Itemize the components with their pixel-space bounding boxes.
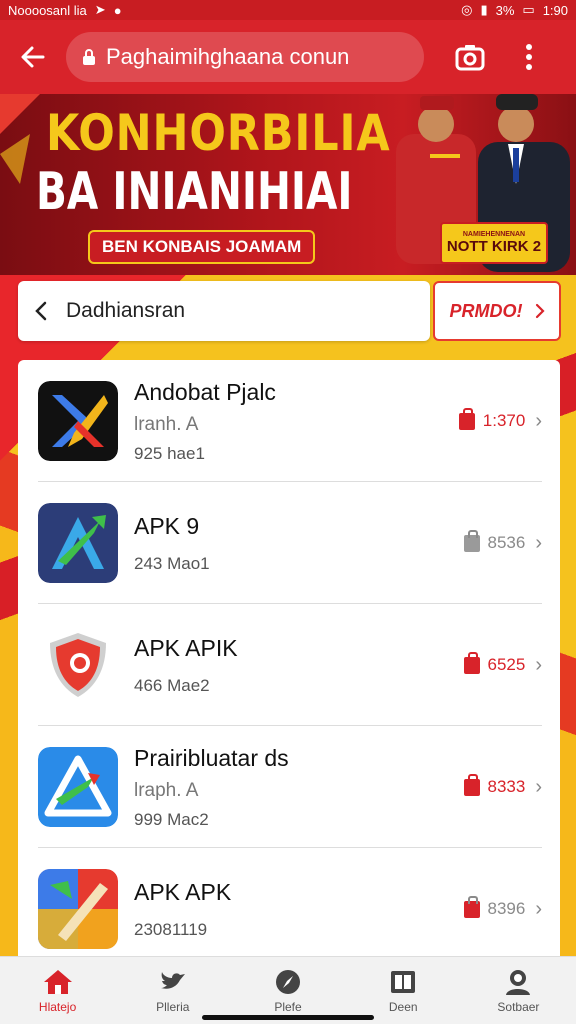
compass-icon bbox=[276, 969, 300, 994]
breadcrumb[interactable]: Dadhiansran bbox=[18, 281, 430, 341]
shopping-bag-icon bbox=[463, 895, 480, 918]
price-value: 8536 bbox=[487, 533, 526, 552]
nav-label: Hlatejo bbox=[38, 999, 77, 1014]
banner-title: KONHORBILIA bbox=[46, 104, 391, 162]
alarm-icon: ◎ bbox=[461, 2, 473, 17]
app-meta: 925 hae1 bbox=[134, 443, 205, 463]
price-value: 6525 bbox=[487, 655, 526, 674]
nav-label: Plleria bbox=[156, 999, 190, 1014]
banner-subtitle: BA INIANIHIAI bbox=[36, 162, 353, 222]
price-value: 8396 bbox=[487, 899, 526, 918]
app-name: APK APK bbox=[134, 878, 232, 905]
battery-percent: 3% bbox=[495, 2, 515, 18]
app-developer: lranh. A bbox=[134, 413, 199, 435]
more-vertical-icon bbox=[526, 44, 532, 70]
back-arrow-icon bbox=[21, 46, 45, 68]
app-price[interactable]: 8396 › bbox=[463, 895, 542, 921]
battery-icon: ▭ bbox=[522, 2, 535, 17]
shopping-bag-icon bbox=[463, 529, 480, 552]
promo-button[interactable]: PRMDO! bbox=[433, 281, 561, 341]
camera-button[interactable] bbox=[436, 20, 504, 94]
home-indicator[interactable] bbox=[202, 1015, 374, 1020]
shopping-bag-icon bbox=[458, 407, 475, 430]
app-list: Andobat Pjalc lranh. A 925 hae1 1:370 › … bbox=[18, 360, 560, 970]
app-price[interactable]: 8536 › bbox=[463, 529, 542, 555]
nav-label: Plefe bbox=[274, 999, 302, 1014]
nav-item-library[interactable]: Deen bbox=[346, 957, 461, 1024]
status-bar: Noooosanl lia ➤ ● ◎ ▮ 3% ▭ 1:90 bbox=[0, 0, 576, 20]
list-item[interactable]: APK APIK 466 Mae2 6525 › bbox=[18, 604, 560, 726]
pen-x-icon bbox=[38, 381, 118, 461]
price-value: 8333 bbox=[487, 777, 526, 796]
app-name: Prairibluatar ds bbox=[134, 744, 289, 771]
app-name: Andobat Pjalc bbox=[134, 378, 276, 405]
app-meta: 999 Mac2 bbox=[134, 809, 209, 829]
list-item[interactable]: APK APK 23081119 8396 › bbox=[18, 848, 560, 970]
banner-badge: NAMIEHENNENAN NOTT KIRK 2 bbox=[440, 222, 548, 264]
banner-badge-caption: NAMIEHENNENAN bbox=[462, 231, 526, 238]
app-price[interactable]: 6525 › bbox=[463, 651, 542, 677]
chevron-right-icon: › bbox=[535, 897, 542, 920]
app-developer: lraph. A bbox=[134, 779, 199, 801]
app-meta: 466 Mae2 bbox=[134, 675, 210, 695]
shopping-bag-icon bbox=[463, 773, 480, 796]
breadcrumb-label: Dadhiansran bbox=[66, 299, 186, 322]
overflow-menu-button[interactable] bbox=[504, 20, 554, 94]
signal-icon: ▮ bbox=[480, 2, 488, 17]
nav-item-feed[interactable]: Plleria bbox=[115, 957, 230, 1024]
top-toolbar: Paghaimihghaana conun bbox=[0, 20, 576, 94]
navigation-arrow-icon: ➤ bbox=[94, 2, 106, 17]
nav-item-home[interactable]: Hlatejo bbox=[0, 957, 115, 1024]
chevron-left-icon bbox=[35, 301, 47, 321]
app-meta: 23081119 bbox=[134, 919, 208, 939]
nav-label: Sotbaer bbox=[497, 999, 540, 1014]
list-item[interactable]: Andobat Pjalc lranh. A 925 hae1 1:370 › bbox=[18, 360, 560, 482]
clock: 1:90 bbox=[542, 2, 568, 18]
shield-icon bbox=[38, 625, 118, 705]
chevron-right-icon bbox=[535, 303, 545, 319]
banner-cta-button[interactable]: BEN KONBAIS JOAMAM bbox=[88, 230, 316, 264]
chevron-right-icon: › bbox=[535, 653, 542, 676]
banner-badge-label: NOTT KIRK 2 bbox=[446, 238, 542, 255]
chevron-right-icon: › bbox=[535, 531, 542, 554]
url-bar[interactable]: Paghaimihghaana conun bbox=[66, 32, 424, 82]
brush-icon bbox=[38, 869, 118, 949]
triangle-arrow-icon bbox=[38, 747, 118, 827]
status-text: Noooosanl lia bbox=[8, 2, 87, 18]
app-name: APK APIK bbox=[134, 634, 238, 661]
price-value: 1:370 bbox=[482, 411, 526, 430]
chevron-right-icon: › bbox=[535, 775, 542, 798]
back-button[interactable] bbox=[0, 20, 66, 94]
nav-item-explore[interactable]: Plefe bbox=[230, 957, 345, 1024]
lock-icon bbox=[83, 49, 95, 65]
bird-icon bbox=[160, 971, 185, 989]
bottom-navigation: Hlatejo Plleria Plefe Deen Sotbaer bbox=[0, 956, 576, 1024]
chevron-right-icon: › bbox=[535, 409, 542, 432]
list-item[interactable]: Prairibluatar ds lraph. A 999 Mac2 8333 … bbox=[18, 726, 560, 848]
book-icon bbox=[391, 970, 416, 993]
app-price[interactable]: 1:370 › bbox=[458, 407, 542, 433]
promo-banner[interactable]: KONHORBILIA BA INIANIHIAI BEN KONBAIS JO… bbox=[0, 94, 576, 275]
notification-icon: ● bbox=[113, 2, 122, 18]
camera-icon bbox=[455, 45, 485, 71]
nav-item-profile[interactable]: Sotbaer bbox=[461, 957, 576, 1024]
app-name: APK 9 bbox=[134, 512, 200, 539]
shopping-bag-icon bbox=[463, 651, 480, 674]
nav-label: Deen bbox=[388, 999, 418, 1014]
app-meta: 243 Mao1 bbox=[134, 553, 210, 573]
arrow-a-icon bbox=[38, 503, 118, 583]
app-price[interactable]: 8333 › bbox=[463, 773, 542, 799]
avatar-icon bbox=[506, 969, 531, 995]
promo-label: PRMDO! bbox=[449, 300, 523, 321]
url-text: Paghaimihghaana conun bbox=[106, 44, 350, 69]
home-icon bbox=[43, 969, 72, 994]
list-item[interactable]: APK 9 243 Mao1 8536 › bbox=[18, 482, 560, 604]
